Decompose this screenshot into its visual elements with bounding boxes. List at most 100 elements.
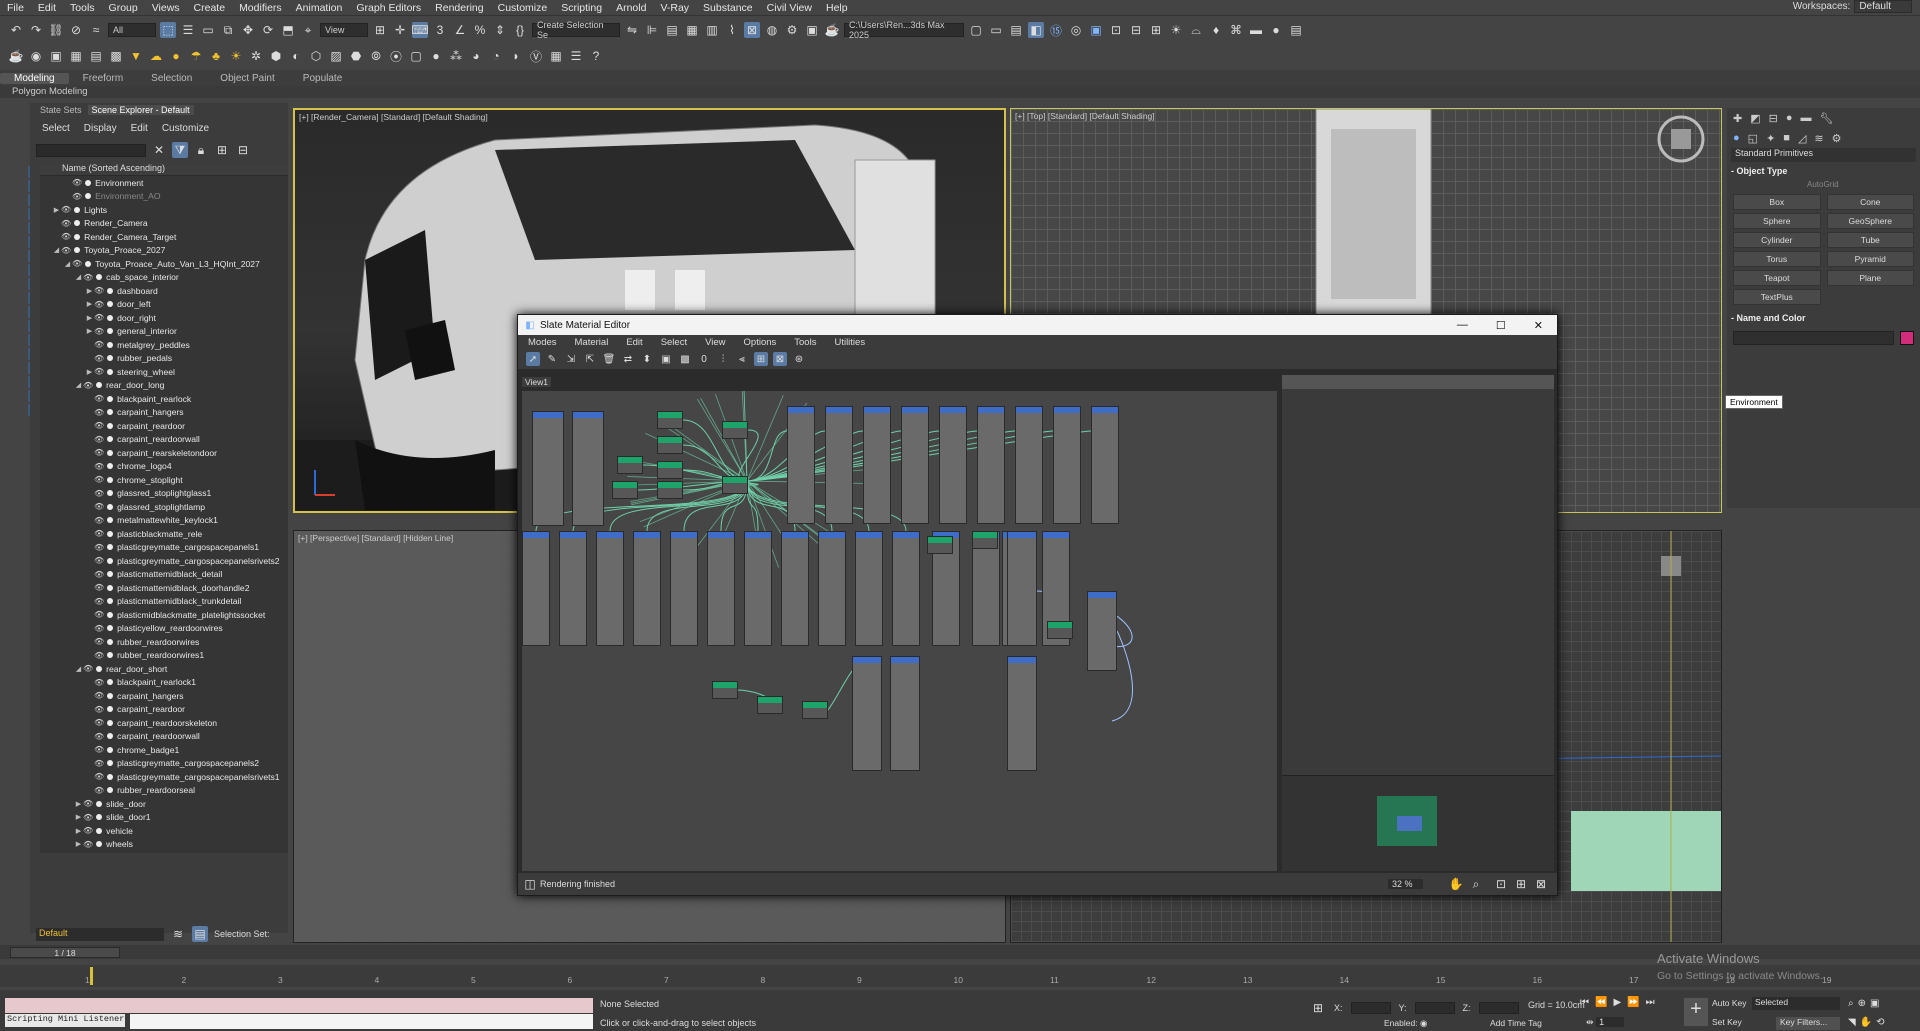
material-node[interactable] <box>892 531 920 646</box>
visibility-icon[interactable]: 👁︎ <box>94 448 104 457</box>
freeze-dot-icon[interactable] <box>107 585 113 591</box>
vray-proxy-icon[interactable]: ♦ <box>1208 22 1224 38</box>
toggle-scene-explorer-icon[interactable]: ▤ <box>664 22 680 38</box>
expand-arrow-icon[interactable]: ▶ <box>85 368 94 376</box>
fov-icon[interactable]: ◥ <box>1848 1017 1856 1028</box>
time-slider-thumb[interactable]: 1 / 18 <box>10 947 120 958</box>
tree-row[interactable]: ▶ 👁︎ door_right <box>40 311 288 325</box>
tree-row[interactable]: 👁︎ chrome_stoplight <box>40 473 288 487</box>
teapot-icon[interactable]: ☕ <box>8 48 24 64</box>
assign-material-icon[interactable]: ⇱ <box>583 352 597 366</box>
sphere-icon[interactable]: ◐ <box>288 48 304 64</box>
node-header[interactable] <box>1008 657 1036 663</box>
material-id-icon[interactable]: 0 <box>697 352 711 366</box>
light-omni-icon[interactable]: ▼ <box>128 48 144 64</box>
move-children-icon[interactable]: ⇄ <box>621 352 635 366</box>
visibility-icon[interactable]: 👁︎ <box>72 178 82 187</box>
layer-icon[interactable]: ⊟ <box>235 142 251 158</box>
bind-space-warp-icon[interactable]: ≈ <box>88 22 104 38</box>
tree-row[interactable]: 👁︎ rubber_pedals <box>40 352 288 366</box>
material-node[interactable] <box>863 406 891 524</box>
select-manipulate-icon[interactable]: ✛ <box>392 22 408 38</box>
node-header[interactable] <box>856 532 882 538</box>
tree-row[interactable]: 👁︎ Environment <box>40 176 288 190</box>
freeze-dot-icon[interactable] <box>107 639 113 645</box>
layer-dropdown[interactable]: Default <box>36 928 164 941</box>
visibility-icon[interactable]: 👁︎ <box>94 327 104 336</box>
vray-light-icon[interactable]: ⊡ <box>1108 22 1124 38</box>
grid-icon[interactable]: ▦ <box>68 48 84 64</box>
toggle-layer-explorer-icon[interactable]: ▦ <box>684 22 700 38</box>
object-icon[interactable]: ◉ <box>28 48 44 64</box>
maxscript-input[interactable] <box>130 1014 593 1029</box>
play-icon[interactable]: ▶ <box>1613 997 1621 1008</box>
percent-snap-icon[interactable]: % <box>472 22 488 38</box>
menu-animation[interactable]: Animation <box>289 2 350 14</box>
hierarchy-icon[interactable]: ⊞ <box>214 142 230 158</box>
vray-ies-icon[interactable]: ⊟ <box>1128 22 1144 38</box>
tree-row[interactable]: 👁︎ metalmattewhite_keylock1 <box>40 514 288 528</box>
freeze-dot-icon[interactable] <box>107 544 113 550</box>
redo-icon[interactable]: ↷ <box>28 22 44 38</box>
freeze-dot-icon[interactable] <box>107 720 113 726</box>
set-key-plus-icon[interactable]: + <box>1684 998 1708 1026</box>
menu-help[interactable]: Help <box>819 2 855 14</box>
material-node[interactable] <box>596 531 624 646</box>
top-viewport-label[interactable]: [+] [Top] [Standard] [Default Shading] <box>1015 111 1155 121</box>
freeze-dot-icon[interactable] <box>85 180 91 186</box>
visibility-icon[interactable]: 👁︎ <box>94 786 104 795</box>
expand-arrow-icon[interactable]: ▶ <box>74 840 83 848</box>
freeze-dot-icon[interactable] <box>107 504 113 510</box>
material-node[interactable] <box>787 406 815 524</box>
freeze-dot-icon[interactable] <box>107 477 113 483</box>
vray-fur-icon[interactable]: ⌘ <box>1228 22 1244 38</box>
zoom-selected-icon[interactable]: ⊠ <box>1533 876 1549 892</box>
select-and-rotate-icon[interactable]: ⟳ <box>260 22 276 38</box>
edit-named-selection-icon[interactable]: {} <box>512 22 528 38</box>
orbit-icon[interactable]: ⟲ <box>1876 1017 1884 1028</box>
create-geosphere-button[interactable]: GeoSphere <box>1827 213 1915 229</box>
visibility-icon[interactable]: 👁︎ <box>94 529 104 538</box>
visibility-icon[interactable]: 👁︎ <box>94 556 104 565</box>
key-filters-button[interactable]: Key Filters... <box>1776 1017 1840 1030</box>
filter-icon[interactable]: ⧩ <box>172 142 188 158</box>
expand-arrow-icon[interactable]: ▶ <box>85 287 94 295</box>
visibility-icon[interactable]: 👁︎ <box>61 219 71 228</box>
material-map-browser-icon[interactable]: ⊞ <box>754 352 768 366</box>
script-listener-label[interactable]: Scripting Mini Listener <box>5 1014 125 1027</box>
visibility-icon[interactable]: 👁︎ <box>61 232 71 241</box>
create-sphere-button[interactable]: Sphere <box>1733 213 1821 229</box>
freeze-dot-icon[interactable] <box>107 288 113 294</box>
zoom-dropdown[interactable]: 32 % <box>1388 879 1423 889</box>
freeze-dot-icon[interactable] <box>107 436 113 442</box>
lock-icon[interactable]: 🔒︎ <box>193 142 209 158</box>
named-selection-sets-dropdown[interactable]: Create Selection Se <box>532 23 620 37</box>
tree-row[interactable]: 👁︎ glassred_stoplightlamp <box>40 500 288 514</box>
visibility-icon[interactable]: 👁︎ <box>94 300 104 309</box>
material-node[interactable] <box>572 411 604 526</box>
selection-set-icon[interactable]: ▤ <box>192 926 208 942</box>
freeze-dot-icon[interactable] <box>107 693 113 699</box>
material-node[interactable] <box>1053 406 1081 524</box>
node-header[interactable] <box>940 407 966 413</box>
clear-search-icon[interactable]: ✕ <box>151 142 167 158</box>
track-bar[interactable]: 1 2 3 4 5 6 7 8 9 10 11 12 13 14 15 16 17 18 19 <box>0 965 1920 987</box>
visibility-icon[interactable]: 👁︎ <box>94 394 104 403</box>
visibility-icon[interactable]: 👁︎ <box>94 691 104 700</box>
freeze-dot-icon[interactable] <box>96 666 102 672</box>
create-torus-button[interactable]: Torus <box>1733 251 1821 267</box>
material-node[interactable] <box>1087 591 1117 671</box>
lay-out-all-icon[interactable]: ⫶ <box>716 352 730 366</box>
node-header[interactable] <box>618 457 642 463</box>
map-node[interactable] <box>657 411 683 429</box>
expand-arrow-icon[interactable]: ▶ <box>74 800 83 808</box>
menu-arnold[interactable]: Arnold <box>609 2 653 14</box>
tree-row[interactable]: 👁︎ carpaint_reardoor <box>40 419 288 433</box>
visibility-icon[interactable]: 👁︎ <box>94 678 104 687</box>
tree-header[interactable]: Name (Sorted Ascending) <box>40 163 288 176</box>
tab-scene-explorer[interactable]: Scene Explorer - Default <box>88 105 194 115</box>
tree-row[interactable]: 👁︎ carpaint_reardoorwall <box>40 433 288 447</box>
proxy-icon[interactable]: ⬡ <box>308 48 324 64</box>
fur-icon[interactable]: ▨ <box>328 48 344 64</box>
key-filter-dropdown[interactable]: Selected <box>1752 997 1840 1010</box>
